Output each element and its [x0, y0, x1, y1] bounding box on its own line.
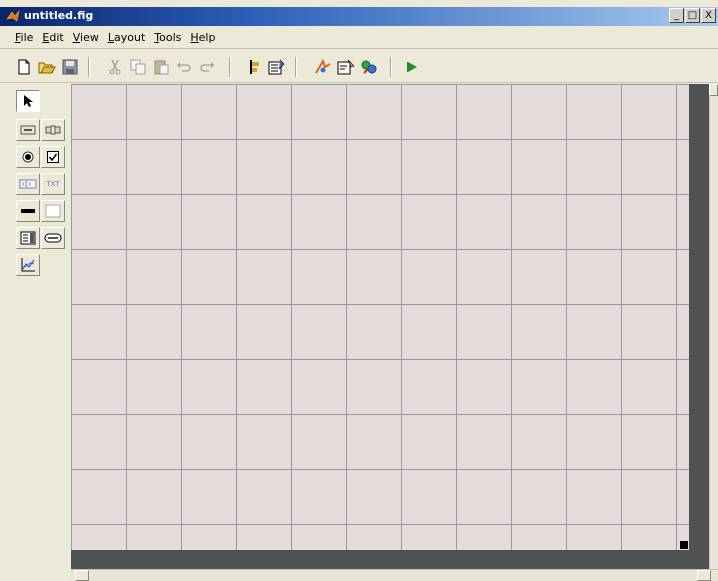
push-button-icon: [20, 125, 36, 135]
scroll-up-arrow[interactable]: [709, 84, 718, 96]
paste-icon: [154, 60, 169, 75]
redo-icon: [200, 62, 214, 72]
align-objects-button[interactable]: [244, 57, 264, 77]
toolbar-separator: [390, 57, 392, 77]
menu-layout[interactable]: Layout: [108, 31, 145, 44]
redo-button[interactable]: [197, 57, 217, 77]
check-box-icon: [47, 151, 59, 163]
tab-order-icon: [315, 59, 331, 74]
minimize-button[interactable]: _: [669, 8, 684, 23]
menu-editor-icon: [268, 59, 285, 75]
static-text-tool[interactable]: TXT: [41, 173, 65, 195]
copy-button[interactable]: [128, 57, 148, 77]
radio-button-icon: [22, 151, 34, 163]
scroll-right-arrow[interactable]: [697, 570, 711, 581]
figure-border-right: [689, 84, 709, 550]
scroll-left-arrow[interactable]: [75, 570, 89, 581]
window-controls: _ □ X: [669, 8, 716, 24]
undo-button[interactable]: [174, 57, 194, 77]
figure-border-bottom: [71, 550, 709, 569]
menu-tools[interactable]: Tools: [154, 31, 181, 44]
run-button[interactable]: [402, 57, 422, 77]
window-title: untitled.fig: [24, 9, 94, 22]
toolbar-separator: [229, 57, 231, 77]
open-icon: [38, 62, 56, 74]
figure-resize-handle[interactable]: [680, 541, 688, 549]
layout-grid-area[interactable]: [71, 84, 689, 550]
maximize-button[interactable]: □: [685, 8, 700, 23]
edit-text-tool[interactable]: [16, 173, 40, 195]
menu-help[interactable]: Help: [190, 31, 215, 44]
tab-order-editor-button[interactable]: [313, 57, 333, 77]
menu-bar: File Edit View Layout Tools Help: [0, 27, 718, 49]
save-button[interactable]: [60, 57, 80, 77]
toggle-button-tool[interactable]: [16, 227, 40, 249]
matlab-logo-icon: [6, 10, 20, 22]
property-inspector-button[interactable]: [359, 57, 379, 77]
popup-menu-tool[interactable]: [16, 200, 40, 222]
align-icon: [250, 60, 259, 74]
vertical-scrollbar[interactable]: [709, 84, 718, 569]
menu-edit[interactable]: Edit: [42, 31, 63, 44]
radio-button-tool[interactable]: [16, 146, 40, 168]
listbox-icon: [45, 204, 61, 218]
component-palette: TXT: [10, 84, 72, 581]
open-button[interactable]: [37, 57, 57, 77]
slider-tool[interactable]: [41, 119, 65, 141]
menu-view[interactable]: View: [73, 31, 99, 44]
axes-icon: [21, 258, 35, 272]
axes-tool[interactable]: [16, 254, 40, 276]
table-tool[interactable]: [41, 227, 65, 249]
paste-button[interactable]: [151, 57, 171, 77]
cut-icon: [109, 59, 121, 75]
push-button-tool[interactable]: [16, 119, 40, 141]
slider-icon: [45, 125, 61, 135]
table-icon: [44, 233, 62, 243]
listbox-tool[interactable]: [41, 200, 65, 222]
new-button[interactable]: [14, 57, 34, 77]
run-icon: [407, 62, 417, 72]
toolbar-separator: [88, 57, 90, 77]
close-button[interactable]: X: [701, 8, 716, 23]
title-bar: untitled.fig _ □ X: [0, 7, 718, 26]
edit-text-icon: [19, 179, 37, 189]
arrow-pointer-icon: [24, 95, 33, 107]
check-box-tool[interactable]: [41, 146, 65, 168]
undo-icon: [177, 62, 191, 72]
static-text-glyph: TXT: [46, 180, 60, 188]
toggle-button-icon: [20, 231, 36, 245]
cut-button[interactable]: [105, 57, 125, 77]
m-file-editor-icon: [337, 59, 355, 75]
new-icon: [18, 59, 30, 75]
select-tool-button[interactable]: [16, 90, 40, 112]
toolbar: [0, 51, 718, 83]
property-inspector-icon: [361, 60, 377, 74]
m-file-editor-button[interactable]: [336, 57, 356, 77]
copy-icon: [130, 59, 146, 75]
popup-menu-icon: [21, 209, 35, 213]
toolbar-separator: [295, 57, 297, 77]
save-icon: [62, 59, 78, 75]
menu-editor-button[interactable]: [267, 57, 287, 77]
horizontal-scrollbar[interactable]: [71, 569, 718, 581]
menu-file[interactable]: File: [15, 31, 33, 44]
